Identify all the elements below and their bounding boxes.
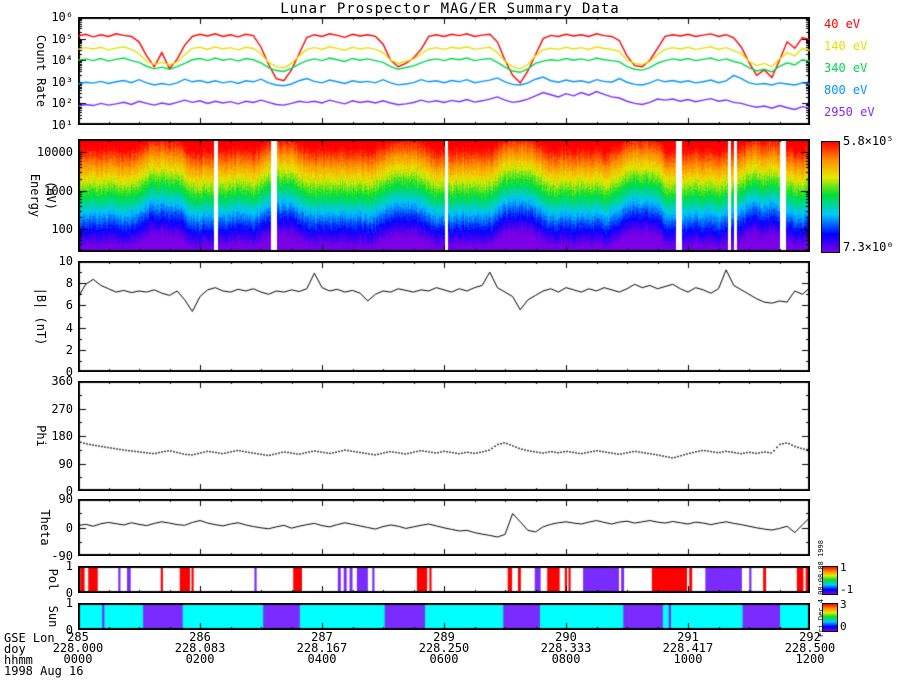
sun-colorbar-max-label: 3	[840, 598, 847, 611]
b-magnitude-plot	[78, 261, 810, 372]
x-tick-label-hhmm: 0400	[307, 652, 337, 666]
theta-plot	[78, 499, 810, 556]
energy-axis-title-units: (eV)	[44, 181, 58, 210]
pol-colorbar-min-label: -1	[840, 583, 854, 596]
sun-bar	[78, 603, 810, 630]
spectrogram-colorbar	[821, 141, 840, 253]
legend-entry: 800 eV	[824, 83, 868, 97]
summary-plot: Lunar Prospector MAG/ER Summary Data 10¹…	[0, 0, 900, 700]
b-axis-title: |B| (nT)	[34, 287, 48, 346]
page-title: Lunar Prospector MAG/ER Summary Data	[280, 1, 620, 17]
sun-ytick: 1	[65, 596, 73, 610]
count-rate-axis-title: Count Rate	[34, 34, 48, 108]
date-label: 1998 Aug 16	[4, 664, 84, 678]
x-tick-label-hhmm: 1000	[673, 652, 703, 666]
x-tick-label-hhmm: 1200	[795, 652, 825, 666]
x-tick-label-hhmm: 0600	[429, 652, 459, 666]
legend-entry: 140 eV	[824, 39, 868, 53]
x-tick-label-hhmm: 0200	[185, 652, 215, 666]
energy-spectrogram	[78, 139, 810, 252]
legend-entry: 340 eV	[824, 61, 868, 75]
sun-axis-title: Sun	[46, 605, 60, 628]
theta-ytick: 90	[58, 492, 73, 506]
pol-colorbar-max-label: 1	[840, 561, 847, 574]
count-rate-plot	[78, 17, 810, 125]
pol-axis-title: Pol	[46, 568, 60, 591]
pol-ytick: 1	[65, 559, 73, 573]
theta-ytick: 0	[65, 520, 73, 535]
x-tick-label-hhmm: 0000	[63, 652, 93, 666]
sun-colorbar-min-label: 0	[840, 620, 847, 633]
x-tick-label-hhmm: 0800	[551, 652, 581, 666]
colorbar-max-label: 5.8×10⁵	[843, 134, 894, 148]
creation-timestamp: Fri Dec 4 08:08:08 1998	[817, 540, 825, 637]
pol-bar	[78, 566, 810, 593]
colorbar-min-label: 7.3×10⁰	[843, 240, 894, 254]
legend-entry: 2950 eV	[824, 105, 875, 119]
legend-entry: 40 eV	[824, 17, 861, 31]
phi-plot	[78, 381, 810, 491]
phi-axis-title: Phi	[34, 425, 48, 447]
theta-axis-title: Theta	[38, 509, 52, 546]
energy-axis-title: Energy	[28, 173, 42, 218]
